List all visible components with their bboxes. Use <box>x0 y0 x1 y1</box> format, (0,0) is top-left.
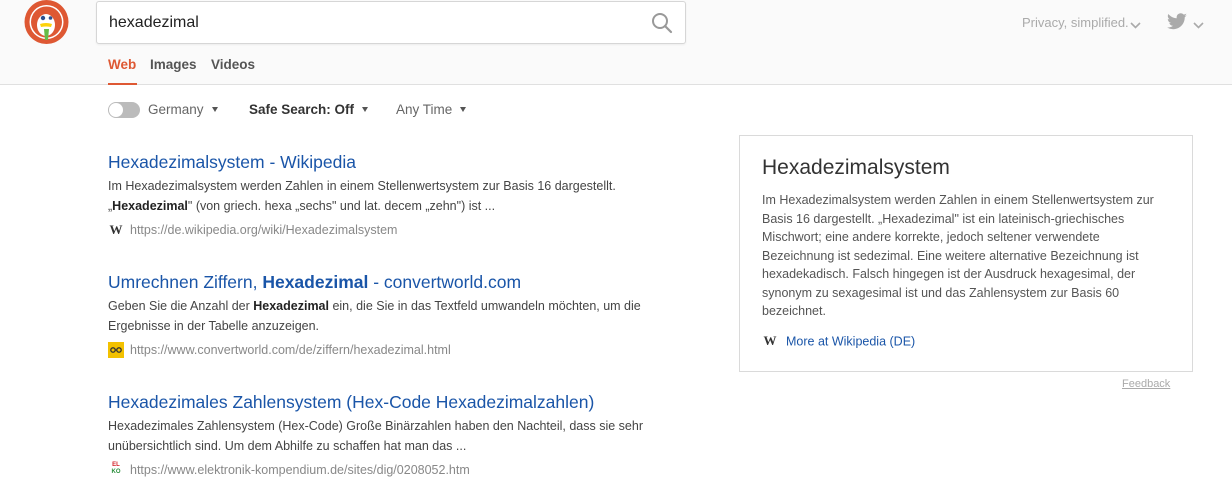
caret-down-icon <box>362 106 369 112</box>
chevron-down-icon[interactable] <box>1193 17 1204 29</box>
tab-web[interactable]: Web <box>108 57 136 72</box>
result-item: Hexadezimalsystem - Wikipedia Im Hexadez… <box>108 150 668 238</box>
more-link-label[interactable]: More at Wikipedia (DE) <box>786 334 915 348</box>
region-filter-label: Germany <box>148 102 204 117</box>
elko-icon-top: EL <box>112 461 120 468</box>
privacy-menu[interactable]: Privacy, simplified. <box>1022 15 1129 30</box>
feedback-link[interactable]: Feedback <box>1122 378 1170 390</box>
snippet-highlight: Hexadezimal <box>253 299 329 313</box>
toggle-knob <box>109 103 123 117</box>
caret-down-icon <box>211 106 218 112</box>
snippet-text: Geben Sie die Anzahl der <box>108 299 254 313</box>
result-url-text[interactable]: https://www.convertworld.com/de/ziffern/… <box>130 343 451 357</box>
result-url[interactable]: https://www.convertworld.com/de/ziffern/… <box>108 341 668 358</box>
result-snippet: Im Hexadezimalsystem werden Zahlen in ei… <box>108 177 668 216</box>
tab-videos[interactable]: Videos <box>211 57 255 72</box>
safe-search-label: Safe Search: Off <box>249 102 355 117</box>
panel-title: Hexadezimalsystem <box>762 156 950 179</box>
tab-images[interactable]: Images <box>150 57 197 72</box>
result-item: Umrechnen Ziffern, Hexadezimal - convert… <box>108 270 668 358</box>
caret-down-icon <box>460 106 467 112</box>
region-toggle[interactable] <box>108 102 140 118</box>
time-filter-label: Any Time <box>396 102 453 117</box>
result-title-link[interactable]: Hexadezimalsystem - Wikipedia <box>108 150 668 174</box>
wikipedia-icon: W <box>763 333 777 348</box>
result-url-text[interactable]: https://de.wikipedia.org/wiki/Hexadezima… <box>130 223 397 237</box>
safe-search-filter[interactable]: Safe Search: Off <box>249 102 369 117</box>
convertworld-icon <box>108 341 124 358</box>
result-title-link[interactable]: Hexadezimales Zahlensystem (Hex-Code Hex… <box>108 390 668 414</box>
elko-icon: EL KO <box>108 462 124 478</box>
result-snippet: Hexadezimales Zahlensystem (Hex-Code) Gr… <box>108 419 643 453</box>
more-at-wikipedia-link[interactable]: W More at Wikipedia (DE) <box>762 333 916 350</box>
search-box <box>96 1 686 44</box>
search-icon[interactable] <box>651 12 673 34</box>
result-snippet: Geben Sie die Anzahl der Hexadezimal ein… <box>108 297 668 336</box>
title-highlight[interactable]: Hexadezimal <box>262 272 368 292</box>
elko-icon-bottom: KO <box>111 468 121 475</box>
duckduckgo-logo-icon[interactable] <box>24 0 69 45</box>
active-tab-indicator <box>108 83 137 85</box>
result-title-link[interactable]: Umrechnen Ziffern, Hexadezimal - convert… <box>108 270 668 294</box>
chevron-down-icon[interactable] <box>1130 17 1141 29</box>
snippet-highlight: Hexadezimal <box>112 198 188 213</box>
title-text[interactable]: - convertworld.com <box>368 272 521 292</box>
result-url-text[interactable]: https://www.elektronik-kompendium.de/sit… <box>130 463 470 477</box>
result-url[interactable]: EL KO https://www.elektronik-kompendium.de… <box>108 462 668 478</box>
title-text[interactable]: Umrechnen Ziffern, <box>108 272 262 292</box>
result-item: Hexadezimales Zahlensystem (Hex-Code Hex… <box>108 390 668 478</box>
search-input[interactable] <box>109 2 639 43</box>
region-filter[interactable]: Germany <box>148 102 218 117</box>
twitter-icon[interactable] <box>1166 13 1188 31</box>
result-url[interactable]: Whttps://de.wikipedia.org/wiki/Hexadezim… <box>108 222 668 238</box>
wikipedia-icon: W <box>109 221 123 237</box>
search-filters: Germany Safe Search: Off Any Time <box>108 100 508 120</box>
panel-abstract: Im Hexadezimalsystem werden Zahlen in ei… <box>762 193 1154 318</box>
knowledge-panel: Hexadezimalsystem Im Hexadezimalsystem w… <box>739 135 1193 372</box>
time-filter[interactable]: Any Time <box>396 102 467 117</box>
snippet-text: " (von griech. hexa „sechs" und lat. dec… <box>187 198 496 213</box>
header: Privacy, simplified. Web Images Videos <box>0 0 1232 85</box>
